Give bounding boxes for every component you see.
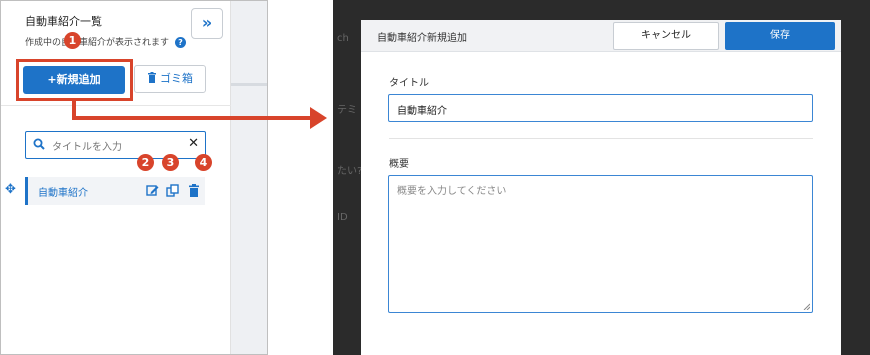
modal-divider	[389, 138, 813, 139]
description-label: 概要	[389, 159, 409, 170]
title-label: タイトル	[389, 78, 429, 89]
background-hint: ch	[337, 33, 349, 44]
screenshot-canvas: 自動車紹介一覧 作成中の自動車紹介が表示されます ? » +新規追加 1 ゴミ箱	[0, 0, 870, 355]
modal-screenshot: ch テミ たい? ID 自動車紹介新規追加 キャンセル 保存 タイトル 自動車…	[333, 0, 870, 355]
resize-grip-icon[interactable]	[803, 303, 810, 310]
description-textarea[interactable]: 概要を入力してください	[388, 175, 813, 313]
background-hint: ID	[337, 212, 348, 223]
cancel-button[interactable]: キャンセル	[613, 22, 719, 50]
modal-title: 自動車紹介新規追加	[377, 33, 467, 44]
modal-body: タイトル 自動車紹介 概要 概要を入力してください	[361, 52, 841, 355]
modal-header: 自動車紹介新規追加 キャンセル 保存	[361, 20, 841, 52]
background-hint: テミ	[337, 105, 357, 116]
title-input-value: 自動車紹介	[397, 106, 447, 117]
description-placeholder: 概要を入力してください	[397, 186, 507, 197]
title-input[interactable]: 自動車紹介	[388, 94, 813, 122]
background-hint: たい?	[337, 166, 363, 177]
save-button[interactable]: 保存	[725, 22, 835, 50]
